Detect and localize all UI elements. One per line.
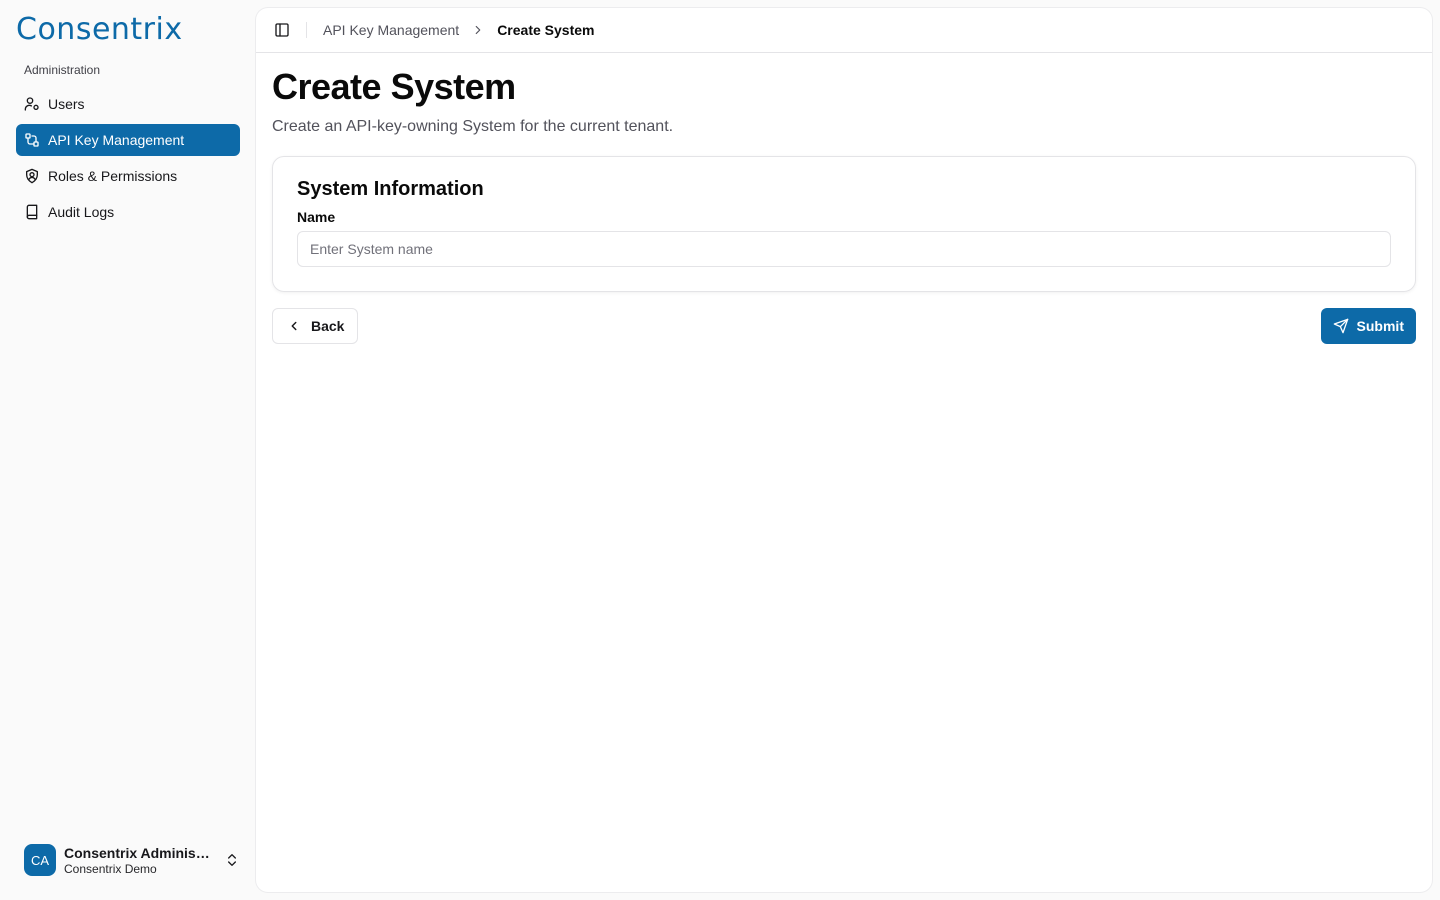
chevrons-up-down-icon xyxy=(224,852,240,868)
app-root: Consentrix Administration Users API Key … xyxy=(0,0,1440,900)
chevron-left-icon xyxy=(287,319,301,333)
sidebar-item-label: Roles & Permissions xyxy=(48,168,178,184)
page-subtitle: Create an API-key-owning System for the … xyxy=(272,118,674,135)
page-content: Create System Create an API-key-owning S… xyxy=(272,66,1416,344)
breadcrumb-current: Create System xyxy=(497,22,595,38)
name-label: Name xyxy=(297,209,336,225)
user-name: Consentrix Administrator xyxy=(64,844,212,861)
chevron-right-icon xyxy=(471,23,485,37)
sidebar-item-users[interactable]: Users xyxy=(16,88,240,120)
sidebar-item-audit-logs[interactable]: Audit Logs xyxy=(16,196,240,228)
sidebar-toggle-button[interactable] xyxy=(272,20,292,40)
brand-name: Consentrix xyxy=(16,11,183,47)
form-actions: Back Submit xyxy=(272,308,1416,344)
shield-user-icon xyxy=(24,168,40,184)
avatar: CA xyxy=(24,844,56,876)
system-information-card: System Information Name xyxy=(272,156,1416,292)
sidebar-item-api-key-management[interactable]: API Key Management xyxy=(16,124,240,156)
main-panel: API Key Management Create System Create … xyxy=(256,8,1432,892)
sidebar: Consentrix Administration Users API Key … xyxy=(0,0,256,900)
send-icon xyxy=(1333,318,1349,334)
user-cog-icon xyxy=(24,96,40,112)
brand-logo[interactable]: Consentrix xyxy=(16,11,183,47)
user-menu[interactable]: CA Consentrix Administrator Consentrix D… xyxy=(16,836,240,884)
back-button-label: Back xyxy=(311,318,345,334)
sidebar-item-label: Audit Logs xyxy=(48,204,115,220)
submit-button-label: Submit xyxy=(1356,318,1404,334)
sidebar-item-roles-permissions[interactable]: Roles & Permissions xyxy=(16,160,240,192)
book-icon xyxy=(24,204,40,220)
breadcrumb-parent-link[interactable]: API Key Management xyxy=(323,22,459,38)
user-org: Consentrix Demo xyxy=(64,861,157,876)
key-route-icon xyxy=(24,132,40,148)
sidebar-nav: Users API Key Management Roles & Permiss… xyxy=(16,88,240,232)
sidebar-group-label: Administration xyxy=(24,63,101,77)
page-title: Create System xyxy=(272,66,516,107)
panel-left-icon xyxy=(275,23,289,37)
sidebar-item-label: API Key Management xyxy=(48,132,185,148)
submit-button[interactable]: Submit xyxy=(1320,308,1416,344)
top-bar: API Key Management Create System xyxy=(256,8,1432,53)
system-name-input[interactable] xyxy=(297,231,1391,267)
sidebar-item-label: Users xyxy=(48,96,85,112)
divider xyxy=(306,22,307,38)
breadcrumb: API Key Management Create System xyxy=(323,22,594,38)
user-info: Consentrix Administrator Consentrix Demo xyxy=(64,845,212,876)
card-title: System Information xyxy=(297,178,484,200)
back-button[interactable]: Back xyxy=(272,308,359,344)
